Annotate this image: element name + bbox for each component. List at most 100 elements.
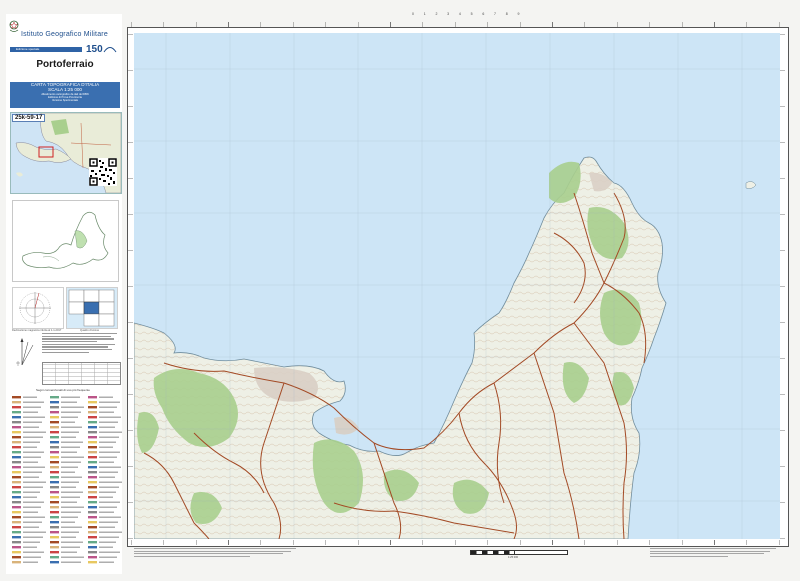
map-series-box: CARTA TOPOGRAFICA D'ITALIA SCALA 1:25 00…	[10, 82, 120, 108]
topographic-map[interactable]	[134, 33, 780, 539]
legend-symbol	[88, 436, 97, 439]
legend-symbol	[88, 466, 97, 469]
legend-text-line	[23, 471, 42, 473]
edition-label: Edizione speciale	[10, 47, 82, 52]
legend-symbol	[50, 481, 59, 484]
legend-text-line	[61, 461, 81, 463]
quadro-caption: Quadro d'unione	[80, 329, 100, 332]
legend-text-line	[99, 481, 122, 483]
legend-symbol	[12, 396, 21, 399]
legend-text-line	[23, 491, 40, 493]
legend-text-line	[99, 411, 114, 413]
north-arrow-icon	[16, 338, 34, 366]
legend-text-line	[99, 491, 116, 493]
legend-text-line	[61, 561, 81, 563]
legend-symbol	[88, 446, 97, 449]
legend-text-line	[61, 441, 83, 443]
legend-symbol	[12, 411, 21, 414]
legend-symbol	[50, 556, 59, 559]
legend-text-line	[61, 496, 80, 498]
legend-symbol	[12, 496, 21, 499]
legend-symbol	[88, 411, 97, 414]
legend-symbol	[12, 446, 21, 449]
legend-symbol	[50, 511, 59, 514]
legend-symbol	[88, 486, 97, 489]
legend-symbol	[12, 431, 21, 434]
italian-republic-emblem-icon	[9, 20, 19, 32]
sheet-title: Portoferraio	[36, 59, 94, 70]
legend-symbol	[50, 516, 59, 519]
legend-text-line	[23, 411, 38, 413]
legend-text-line	[61, 446, 80, 448]
legend-text-line	[23, 556, 41, 558]
legend-symbol	[12, 551, 21, 554]
declination-caption: Declinazione magnetica riferita al 1-1-2…	[12, 329, 62, 332]
footer-notes-left	[134, 548, 299, 558]
right-grid-ticks	[780, 33, 785, 539]
map-sheet: Istituto Geografico Militare Edizione sp…	[0, 0, 800, 581]
legend-symbol	[12, 461, 21, 464]
legend-symbol	[88, 506, 97, 509]
legend-symbol	[12, 511, 21, 514]
legend-symbol	[50, 521, 59, 524]
legend-symbol	[88, 556, 97, 559]
legend-symbol	[50, 486, 59, 489]
legend-text-line	[61, 411, 81, 413]
series-note-3: Versione Sperimentale	[51, 99, 79, 103]
legend-text-line	[23, 546, 37, 548]
legend-text-line	[99, 526, 115, 528]
legend-symbol	[50, 436, 59, 439]
legend-text-line	[99, 486, 119, 488]
legend-symbol	[50, 456, 59, 459]
legend-text-line	[99, 531, 122, 533]
qr-code-icon	[89, 158, 117, 186]
legend-text-line	[99, 561, 114, 563]
legend-symbol	[12, 531, 21, 534]
coordinates-table	[42, 362, 121, 385]
legend-text-line	[99, 446, 113, 448]
legend-text-line	[61, 511, 81, 513]
legend-text-line	[23, 531, 46, 533]
legend-symbol	[12, 406, 21, 409]
graphic-scale-bar	[470, 550, 516, 555]
legend-symbol	[50, 396, 59, 399]
legend-symbol	[12, 471, 21, 474]
legend-symbol	[88, 471, 97, 474]
legend-text-line	[99, 536, 119, 538]
legend-symbol	[50, 421, 59, 424]
legend-text-line	[23, 431, 46, 433]
legend-text-line	[99, 416, 121, 418]
legend-symbol	[50, 536, 59, 539]
legend-symbol	[50, 471, 59, 474]
legend-text-line	[23, 561, 38, 563]
legend-symbol	[88, 416, 97, 419]
legend-symbol	[12, 556, 21, 559]
legend-symbol	[12, 421, 21, 424]
legend-text-line	[61, 431, 79, 433]
legend-symbol	[50, 551, 59, 554]
legend-text-line	[23, 536, 43, 538]
legend-symbol	[88, 511, 97, 514]
legend-symbol	[88, 521, 97, 524]
legend-text-line	[23, 476, 39, 478]
legend-symbol	[88, 456, 97, 459]
legend-symbol	[88, 491, 97, 494]
legend-symbol	[12, 481, 21, 484]
legend-text-line	[23, 506, 41, 508]
legend-symbol	[88, 531, 97, 534]
legend-symbol	[12, 441, 21, 444]
legend-text-line	[61, 551, 77, 553]
legend-text-line	[61, 506, 84, 508]
legend-text-line	[99, 546, 113, 548]
legend-symbol	[12, 526, 21, 529]
legend-symbol	[12, 456, 21, 459]
legend-text-line	[99, 431, 122, 433]
legend-text-line	[23, 486, 43, 488]
legend-text-line	[23, 446, 37, 448]
legend-symbol	[50, 496, 59, 499]
legend-text-line	[61, 406, 84, 408]
legend-text-line	[23, 406, 41, 408]
legend-text-line	[23, 496, 37, 498]
legend-text-line	[61, 481, 79, 483]
legend-text-line	[99, 451, 120, 453]
